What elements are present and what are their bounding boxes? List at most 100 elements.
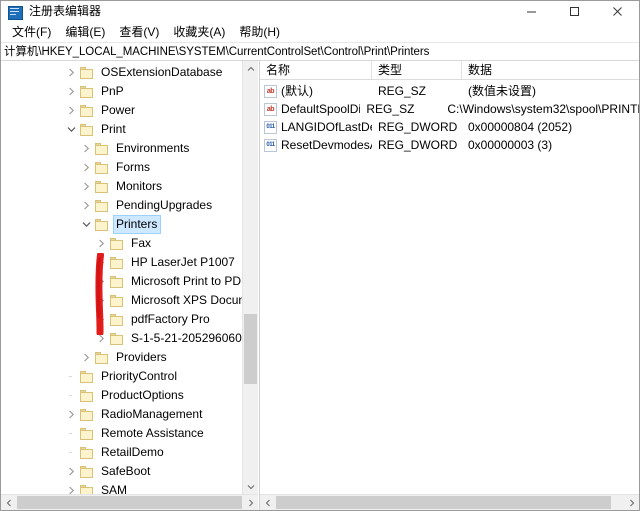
chevron-right-icon[interactable]	[78, 177, 94, 196]
registry-values-list[interactable]: ab (默认) REG_SZ (数值未设置) ab DefaultSpoolDirecto…	[260, 80, 639, 494]
value-data: C:\Windows\system32\spool\PRINTERS	[447, 102, 639, 116]
tree-node[interactable]: pdfFactory Pro	[1, 310, 243, 329]
chevron-right-icon[interactable]	[63, 82, 79, 101]
tree-node[interactable]: Forms	[1, 158, 243, 177]
tree-scrollbar-thumb[interactable]	[244, 313, 257, 385]
value-row[interactable]: 011 LANGIDOfLastDefault... REG_DWORD 0x0000…	[260, 118, 639, 136]
chevron-right-icon[interactable]	[63, 462, 79, 481]
column-header-data[interactable]: 数据	[462, 61, 639, 79]
scroll-up-arrow-icon[interactable]	[243, 61, 258, 76]
tree-node[interactable]: Printers	[1, 215, 243, 234]
tree-node[interactable]: HP LaserJet P1007	[1, 253, 243, 272]
address-bar[interactable]: 计算机\HKEY_LOCAL_MACHINE\SYSTEM\CurrentCon…	[1, 43, 639, 61]
value-data-cell: C:\Windows\system32\spool\PRINTERS	[441, 100, 639, 118]
value-name: DefaultSpoolDirectory	[281, 102, 361, 116]
dword-value-icon: 011	[264, 120, 277, 134]
tree-node-label: Environments	[116, 141, 190, 155]
registry-tree[interactable]: OSExtensionDatabase PnP Power Print Environm…	[1, 63, 258, 494]
folder-icon	[79, 465, 95, 479]
tree-leaf-connector-icon	[63, 367, 79, 386]
scroll-right-arrow-icon[interactable]	[243, 495, 258, 510]
menu-edit[interactable]: 编辑(E)	[58, 23, 112, 42]
window-title: 注册表编辑器	[29, 4, 102, 18]
tree-node[interactable]: S-1-5-21-2052960608-3091730	[1, 329, 258, 348]
folder-icon	[79, 123, 95, 137]
tree-node-label: ProductOptions	[101, 388, 184, 402]
tree-node[interactable]: OSExtensionDatabase	[1, 63, 243, 82]
value-row[interactable]: ab DefaultSpoolDirectory REG_SZ C:\Windows\…	[260, 100, 639, 118]
folder-icon	[109, 332, 125, 346]
chevron-right-icon[interactable]	[93, 291, 109, 310]
tree-node-label: OSExtensionDatabase	[101, 65, 223, 79]
chevron-down-icon[interactable]	[78, 215, 94, 234]
value-row[interactable]: 011 ResetDevmodesAtte... REG_DWORD 0x000000…	[260, 136, 639, 154]
folder-icon	[94, 218, 110, 232]
tree-node[interactable]: SAM	[1, 481, 243, 494]
tree-node[interactable]: PendingUpgrades	[1, 196, 243, 215]
tree-node[interactable]: Remote Assistance	[1, 424, 243, 443]
chevron-right-icon[interactable]	[78, 158, 94, 177]
column-header-name[interactable]: 名称	[260, 61, 372, 79]
tree-node[interactable]: Fax	[1, 234, 243, 253]
close-button[interactable]	[596, 1, 639, 22]
tree-node[interactable]: Power	[1, 101, 243, 120]
menu-help[interactable]: 帮助(H)	[232, 23, 287, 42]
tree-node[interactable]: PnP	[1, 82, 243, 101]
tree-node-label: PendingUpgrades	[116, 198, 213, 212]
string-value-icon: ab	[264, 84, 277, 98]
folder-icon	[109, 313, 125, 327]
tree-hscrollbar-thumb[interactable]	[17, 496, 242, 509]
column-header-type[interactable]: 类型	[372, 61, 462, 79]
chevron-right-icon[interactable]	[93, 329, 109, 348]
tree-node-label: Remote Assistance	[101, 426, 204, 440]
menu-favorites[interactable]: 收藏夹(A)	[166, 23, 232, 42]
tree-vertical-scrollbar[interactable]	[242, 61, 258, 494]
chevron-right-icon[interactable]	[93, 310, 109, 329]
tree-node-label: Forms	[116, 160, 150, 174]
value-name-cell: ab DefaultSpoolDirectory	[260, 100, 360, 118]
folder-icon	[109, 237, 125, 251]
value-name-cell: ab (默认)	[260, 82, 372, 100]
tree-node-label: RadioManagement	[101, 407, 203, 421]
tree-node[interactable]: ProductOptions	[1, 386, 243, 405]
maximize-button[interactable]	[553, 1, 596, 22]
tree-leaf-connector-icon	[63, 386, 79, 405]
tree-node[interactable]: Monitors	[1, 177, 243, 196]
chevron-right-icon[interactable]	[78, 348, 94, 367]
menu-bar: 文件(F) 编辑(E) 查看(V) 收藏夹(A) 帮助(H)	[1, 23, 639, 43]
values-horizontal-scrollbar[interactable]	[260, 494, 639, 510]
tree-node[interactable]: RadioManagement	[1, 405, 243, 424]
chevron-down-icon[interactable]	[63, 120, 79, 139]
chevron-right-icon[interactable]	[93, 253, 109, 272]
values-scroll-left-arrow-icon[interactable]	[260, 495, 275, 510]
values-scroll-right-arrow-icon[interactable]	[624, 495, 639, 510]
chevron-right-icon[interactable]	[63, 405, 79, 424]
chevron-right-icon[interactable]	[78, 196, 94, 215]
menu-view[interactable]: 查看(V)	[112, 23, 166, 42]
minimize-button[interactable]	[510, 1, 553, 22]
folder-icon	[79, 446, 95, 460]
scroll-left-arrow-icon[interactable]	[1, 495, 16, 510]
chevron-right-icon[interactable]	[63, 101, 79, 120]
folder-icon	[109, 294, 125, 308]
value-type: REG_DWORD	[378, 120, 458, 134]
chevron-right-icon[interactable]	[93, 234, 109, 253]
tree-node[interactable]: Environments	[1, 139, 243, 158]
tree-node[interactable]: SafeBoot	[1, 462, 243, 481]
chevron-right-icon[interactable]	[78, 139, 94, 158]
chevron-right-icon[interactable]	[63, 63, 79, 82]
tree-node[interactable]: RetailDemo	[1, 443, 243, 462]
menu-file[interactable]: 文件(F)	[5, 23, 58, 42]
values-column-header: 名称 类型 数据	[260, 61, 639, 80]
tree-node[interactable]: Microsoft Print to PDF	[1, 272, 248, 291]
tree-node[interactable]: Providers	[1, 348, 243, 367]
chevron-right-icon[interactable]	[63, 481, 79, 494]
value-row[interactable]: ab (默认) REG_SZ (数值未设置)	[260, 82, 639, 100]
tree-node[interactable]: PriorityControl	[1, 367, 243, 386]
tree-horizontal-scrollbar[interactable]	[1, 494, 258, 510]
values-hscrollbar-thumb[interactable]	[276, 496, 611, 509]
scroll-down-arrow-icon[interactable]	[243, 479, 258, 494]
tree-node[interactable]: Print	[1, 120, 243, 139]
tree-node[interactable]: Microsoft XPS Document Write	[1, 291, 258, 310]
chevron-right-icon[interactable]	[93, 272, 109, 291]
